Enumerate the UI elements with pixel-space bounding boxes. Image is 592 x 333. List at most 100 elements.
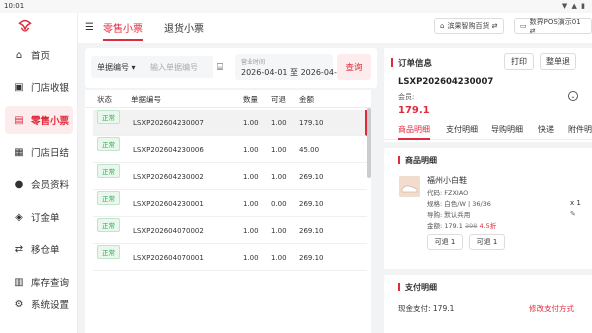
store-switch-button[interactable]: ⌂ 滨果智购百货 ⇄	[434, 18, 504, 34]
cell-amount: 179.10	[299, 119, 324, 127]
table-row[interactable]: 正常 LSXP202604070001 1.00 1.00 269.10	[93, 245, 367, 271]
pos-switch-button[interactable]: ▭ 数界POS演示01 ⇄	[514, 18, 592, 35]
payment-section-title: 支付明细	[398, 283, 437, 292]
receipt-table: 状态 单据编号 数量 可退 金额 正常 LSXP202604230007 1.0…	[85, 90, 371, 333]
cell-qty: 1.00	[243, 146, 259, 154]
product-spec: 规格: 白色/W | 36/36	[427, 200, 491, 208]
col-returnable: 可退	[271, 95, 286, 104]
tab-retail-receipts[interactable]: 零售小票	[103, 20, 143, 41]
table-row[interactable]: 正常 LSXP202604070002 1.00 1.00 269.10	[93, 218, 367, 244]
col-order-no: 单据编号	[131, 95, 161, 104]
cell-returnable: 1.00	[271, 146, 287, 154]
edit-icon[interactable]: ✎	[570, 210, 576, 218]
tab-payment-detail[interactable]: 支付明细	[446, 124, 478, 135]
inventory-icon: ▥	[14, 276, 24, 288]
status-badge: 正常	[97, 164, 120, 178]
cell-amount: 269.10	[299, 173, 324, 181]
member-icon: ●	[14, 178, 24, 190]
product-guide: 导购: 默认兵用	[427, 211, 471, 219]
sidebar-item-label: 订金单	[31, 213, 60, 224]
transfer-icon: ⇄	[14, 243, 24, 255]
cashier-icon: ▣	[14, 81, 24, 93]
pos-name: 数界POS演示01 ⇄	[529, 18, 581, 35]
cell-order-no: LSXP202604070001	[133, 254, 204, 262]
col-status: 状态	[97, 95, 112, 104]
cell-qty: 1.00	[243, 119, 259, 127]
cell-amount: 269.10	[299, 227, 324, 235]
chevron-down-icon[interactable]: ⌄	[568, 91, 578, 101]
query-button[interactable]: 查询	[337, 54, 371, 80]
sidebar-item-label: 库存查询	[31, 278, 70, 289]
cell-order-no: LSXP202604230001	[133, 200, 204, 208]
sidebar-item-home[interactable]: ⌂ 首页	[5, 41, 73, 69]
product-section-title: 商品明细	[398, 156, 437, 165]
table-row[interactable]: 正常 LSXP202604230001 1.00 0.00 269.10	[93, 191, 367, 217]
date-range-field[interactable]: 营业时间 2026-04-01 至 2026-04-	[235, 54, 337, 80]
sidebar-item-transfer[interactable]: ⇄ 移仓单	[5, 235, 73, 263]
return-all-button[interactable]: 整单退	[540, 53, 576, 70]
detail-tabs: 商品明细 支付明细 导购明细 快递 附件明	[384, 120, 592, 140]
table-row[interactable]: 正常 LSXP202604230006 1.00 1.00 45.00	[93, 137, 367, 163]
sidebar-item-members[interactable]: ● 会员资料	[5, 170, 73, 198]
field-select[interactable]: 单据编号 ▾	[91, 56, 143, 78]
status-badge: 正常	[97, 245, 120, 259]
cell-returnable: 1.00	[271, 227, 287, 235]
section-divider	[384, 142, 592, 148]
sidebar-item-daily-close[interactable]: ▦ 门店日结	[5, 138, 73, 166]
order-detail-panel: 订单信息 打印 整单退 LSXP202604230007 会员: ⌄ 179.1…	[384, 48, 592, 333]
home-icon: ⌂	[15, 49, 23, 61]
date-range-value: 2026-04-01 至 2026-04-	[241, 68, 337, 77]
product-name: 福州小白鞋	[427, 176, 467, 185]
tab-guide-detail[interactable]: 导购明细	[491, 124, 523, 135]
store-icon: ⌂	[440, 22, 445, 30]
deposit-icon: ◈	[15, 211, 23, 223]
header-tabs: ☰ 零售小票 退货小票 ⌂ 滨果智购百货 ⇄ ▭ 数界POS演示01 ⇄	[78, 13, 592, 43]
table-scrollbar[interactable]	[367, 108, 371, 178]
sidebar-item-label: 零售小票	[31, 116, 70, 127]
return-item-button[interactable]: 可退 1	[427, 234, 463, 250]
product-thumbnail	[399, 176, 420, 197]
shoe-icon	[399, 176, 420, 197]
date-range-label: 营业时间	[241, 59, 266, 66]
col-qty: 数量	[243, 95, 258, 104]
tab-return-receipts[interactable]: 退货小票	[164, 20, 204, 35]
calendar-icon: ▦	[14, 146, 24, 158]
payment-line: 现金支付: 179.1	[398, 304, 455, 313]
tab-product-detail[interactable]: 商品明细	[398, 124, 430, 140]
print-button[interactable]: 打印	[504, 53, 534, 70]
order-number-input[interactable]: 输入单据编号	[143, 56, 213, 78]
sidebar-item-label: 首页	[31, 51, 51, 62]
status-bar: 10:01 ▼ ▲ ▮	[0, 0, 592, 13]
product-qty: x 1	[570, 199, 581, 207]
menu-icon[interactable]: ☰	[85, 22, 94, 33]
table-row[interactable]: 正常 LSXP202604230002 1.00 1.00 269.10	[93, 164, 367, 190]
table-row[interactable]: 正常 LSXP202604230007 1.00 1.00 179.10	[93, 110, 367, 136]
cell-order-no: LSXP202604230006	[133, 146, 204, 154]
tab-attachments[interactable]: 附件明	[568, 124, 592, 135]
cell-returnable: 0.00	[271, 200, 287, 208]
sidebar-item-label: 移仓单	[31, 245, 60, 256]
cell-qty: 1.00	[243, 254, 259, 262]
filter-bar: 单据编号 ▾ 输入单据编号 ⌸ 营业时间 2026-04-01 至 2026-0…	[85, 48, 377, 88]
tab-express[interactable]: 快递	[538, 124, 554, 135]
product-amount: 金额: 179.1 398 4.5折	[427, 220, 496, 230]
sidebar-item-deposit[interactable]: ◈ 订金单	[5, 203, 73, 231]
system-icons: ▼ ▲ ▮	[561, 2, 586, 10]
clock: 10:01	[4, 2, 25, 10]
sidebar-item-receipts[interactable]: ▤ 零售小票	[5, 106, 73, 134]
member-label: 会员:	[398, 93, 415, 101]
receipt-icon: ▤	[14, 114, 24, 126]
edit-payment-link[interactable]: 修改支付方式	[529, 303, 574, 314]
app-logo-icon	[18, 19, 32, 32]
sidebar-item-cashier[interactable]: ▣ 门店收银	[5, 73, 73, 101]
status-badge: 正常	[97, 137, 120, 151]
cell-order-no: LSXP202604230007	[133, 119, 204, 127]
status-badge: 正常	[97, 191, 120, 205]
sidebar-item-settings[interactable]: ⚙ 系统设置	[5, 290, 73, 318]
sidebar-item-label: 系统设置	[31, 300, 70, 311]
returnable-button[interactable]: 可退 1	[469, 234, 505, 250]
cell-qty: 1.00	[243, 200, 259, 208]
store-name: 滨果智购百货 ⇄	[447, 22, 498, 30]
order-info-title: 订单信息	[390, 58, 433, 69]
scan-icon[interactable]: ⌸	[217, 62, 223, 73]
